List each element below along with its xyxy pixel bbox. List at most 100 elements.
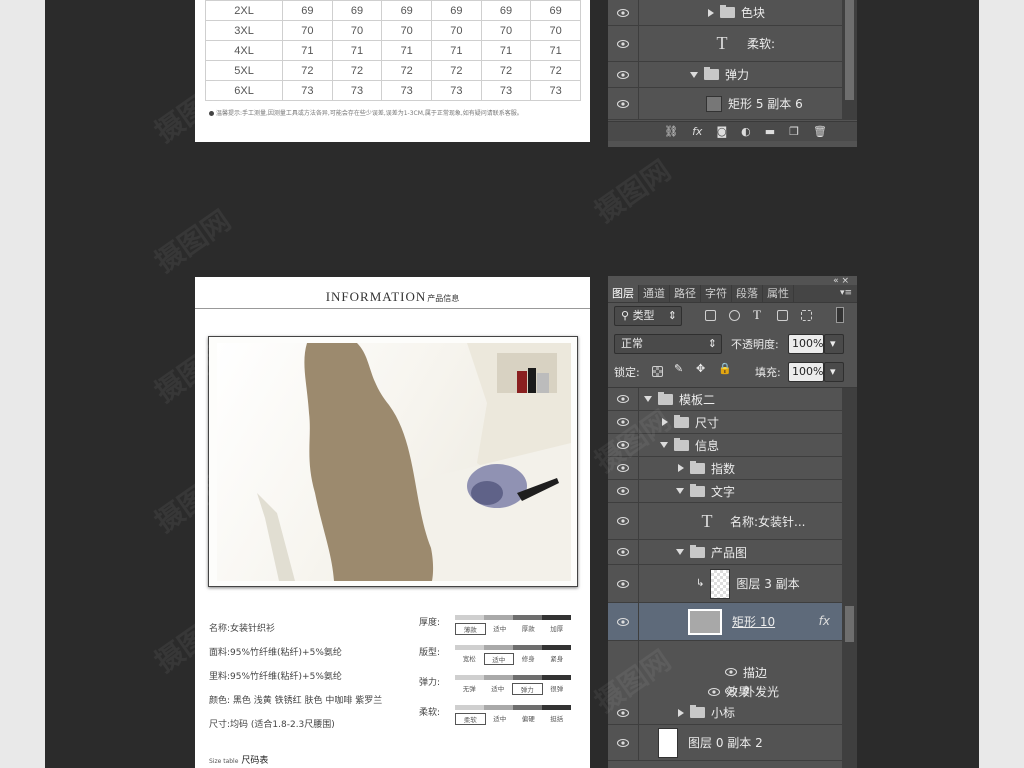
panel-menu-icon[interactable]: ▾≡ [840, 288, 852, 298]
layer-row[interactable]: 产品图 [608, 540, 842, 565]
filter-adjustment-icon[interactable] [729, 310, 740, 321]
new-group-icon[interactable]: ▬ [765, 125, 775, 138]
layer-row[interactable]: 矩形 5 副本 6 [608, 88, 842, 120]
value-cell: 72 [282, 60, 333, 81]
effects-eye-icon[interactable] [708, 687, 720, 696]
filter-smart-object-icon[interactable] [801, 310, 812, 321]
filter-shape-icon[interactable] [777, 310, 788, 321]
opacity-dropdown-icon[interactable]: ▾ [824, 334, 844, 354]
layer-row[interactable]: 模板二 [608, 388, 842, 411]
lock-transparency-icon[interactable] [652, 366, 663, 377]
attr-label-elasticity: 弹力: [419, 678, 441, 688]
expand-arrow-icon[interactable] [678, 708, 684, 717]
dropdown-arrows-icon: ⇕ [707, 337, 717, 350]
collapse-arrow-icon[interactable] [660, 442, 668, 448]
measurement-notice: 温馨提示:手工测量,因测量工具或方法各异,可能会存在些少误差,误差为1-3CM,… [209, 108, 523, 117]
visibility-eye-icon[interactable] [608, 603, 639, 640]
visibility-eye-icon[interactable] [608, 480, 639, 502]
visibility-eye-icon[interactable] [608, 565, 639, 602]
tab-properties[interactable]: 属性 [763, 285, 794, 302]
opacity-input[interactable]: 100% [788, 334, 824, 354]
effect-row-outer-glow[interactable]: 外发光 [725, 683, 779, 699]
attr-scale-elasticity: 无弹 适中 弹力 很弹 [455, 675, 571, 705]
layer-content: 图层 0 副本 2 [658, 725, 763, 760]
layer-row[interactable]: 指数 [608, 457, 842, 480]
layer-row[interactable]: 尺寸 [608, 411, 842, 434]
opacity-label: 不透明度: [731, 338, 779, 351]
layer-row[interactable]: 文字 [608, 480, 842, 503]
visibility-eye-icon[interactable] [608, 411, 639, 433]
collapse-arrow-icon[interactable] [676, 549, 684, 555]
new-layer-icon[interactable]: ❐ [789, 125, 799, 138]
filter-kind-select[interactable]: ⚲ 类型 ⇕ [614, 306, 682, 326]
visibility-eye-icon[interactable] [608, 503, 639, 539]
effect-eye-icon[interactable] [725, 668, 737, 676]
fill-dropdown-icon[interactable]: ▾ [824, 362, 844, 382]
visibility-eye-icon[interactable] [608, 388, 639, 410]
visibility-eye-icon[interactable] [608, 457, 639, 479]
expand-arrow-icon[interactable] [708, 8, 714, 17]
visibility-eye-icon[interactable] [608, 88, 639, 119]
visibility-eye-icon[interactable] [608, 0, 639, 25]
collapse-arrow-icon[interactable] [676, 488, 684, 494]
product-silhouette [304, 343, 434, 581]
lock-all-icon[interactable]: 🔒 [718, 362, 732, 375]
layers-scrollbar[interactable] [842, 388, 857, 768]
folder-icon [720, 5, 735, 18]
link-layers-icon[interactable]: ⛓ [664, 125, 678, 138]
tab-channels[interactable]: 通道 [639, 285, 670, 302]
lock-position-icon[interactable]: ✥ [696, 362, 705, 375]
visibility-eye-icon[interactable] [608, 701, 639, 724]
layer-row-selected[interactable]: 矩形 10 fx [608, 603, 842, 641]
layers-scrollbar[interactable] [842, 0, 857, 120]
layer-row[interactable]: T 名称:女装针... [608, 503, 842, 540]
value-cell: 72 [381, 60, 433, 81]
filter-toggle[interactable] [836, 307, 844, 323]
blend-mode-select[interactable]: 正常 ⇕ [614, 334, 722, 354]
layer-row[interactable]: 弹力 [608, 62, 842, 88]
layer-row[interactable]: 小标 [608, 701, 842, 725]
scale-option: 宽松 [462, 655, 476, 663]
tab-paragraph[interactable]: 段落 [732, 285, 763, 302]
layer-row[interactable]: T 柔软: [608, 26, 842, 62]
filter-text-icon[interactable]: T [753, 307, 761, 323]
visibility-eye-icon[interactable] [608, 62, 639, 87]
fx-icon[interactable]: fx [692, 125, 702, 138]
filter-pixel-icon[interactable] [705, 310, 716, 321]
expand-arrow-icon[interactable] [678, 464, 684, 472]
layer-content: 矩形 10 [688, 603, 775, 640]
tab-layers[interactable]: 图层 [608, 285, 639, 302]
trash-icon[interactable]: 🗑 [813, 125, 827, 138]
scale-option: 紧身 [550, 655, 564, 663]
layer-row[interactable]: ↳ 图层 3 副本 [608, 565, 842, 603]
visibility-eye-icon[interactable] [608, 26, 639, 61]
scrollbar-thumb[interactable] [845, 0, 854, 100]
visibility-eye-icon[interactable] [608, 540, 639, 564]
layer-content: 信息 [660, 434, 719, 456]
layer-row[interactable]: 色块 [608, 0, 842, 26]
scrollbar-thumb[interactable] [845, 606, 854, 642]
effect-row-stroke[interactable]: 描边 [725, 664, 767, 680]
layer-row[interactable]: 信息 [608, 434, 842, 457]
mask-icon[interactable]: ◙ [716, 125, 727, 138]
tab-paths[interactable]: 路径 [670, 285, 701, 302]
value-cell: 71 [431, 40, 482, 61]
collapse-arrow-icon[interactable] [644, 396, 652, 402]
field-lining: 里料:95%竹纤维(粘纤)+5%氨纶 [209, 672, 342, 682]
tab-character[interactable]: 字符 [701, 285, 732, 302]
visibility-eye-icon[interactable] [608, 434, 639, 456]
value-cell: 69 [282, 0, 333, 21]
effect-eye-icon[interactable] [725, 687, 737, 695]
collapse-arrow-icon[interactable] [690, 71, 698, 78]
layer-content: 矩形 5 副本 6 [706, 88, 803, 119]
visibility-eye-icon[interactable] [608, 725, 639, 760]
adjustment-icon[interactable]: ◐ [741, 125, 751, 138]
fx-icon[interactable]: fx [819, 614, 830, 628]
table-row: 6XL 73 73 73 73 73 73 [204, 80, 581, 101]
expand-arrow-icon[interactable] [662, 418, 668, 426]
layer-content: 色块 [708, 0, 765, 25]
layer-row[interactable]: 图层 0 副本 2 [608, 725, 842, 761]
layer-content: 文字 [676, 480, 735, 502]
lock-pixels-icon[interactable]: ✎ [674, 362, 683, 375]
fill-input[interactable]: 100% [788, 362, 824, 382]
